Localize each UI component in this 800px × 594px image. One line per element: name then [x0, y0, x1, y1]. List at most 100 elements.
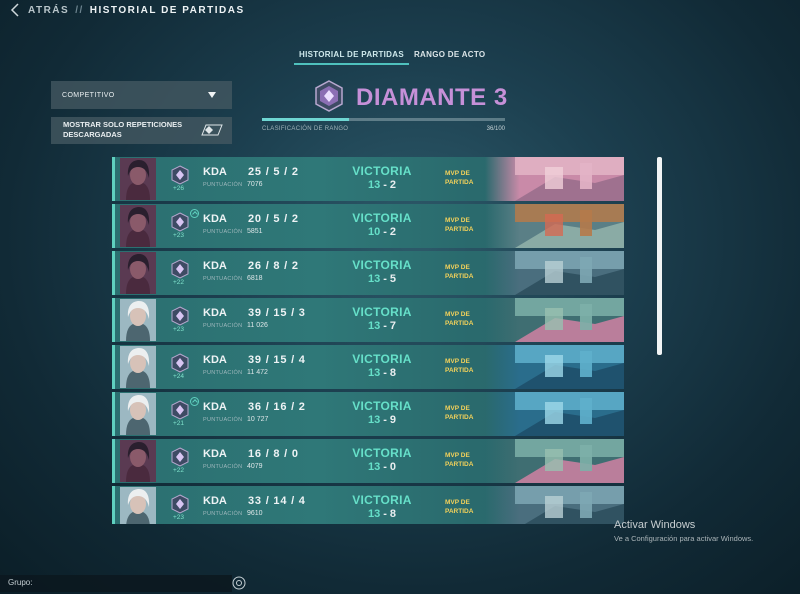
round-dash: - — [383, 226, 387, 238]
kda-label: KDA — [203, 307, 227, 319]
tab-act-rank[interactable]: RANGO DE ACTO — [409, 48, 490, 65]
rounds-won: 13 — [367, 461, 381, 473]
white-haired-agent-portrait — [120, 487, 156, 524]
kda-label: KDA — [203, 448, 227, 460]
match-row[interactable]: +23 KDA 39 / 15 / 3 PUNTUACIÓN 11 026 VICTORI… — [112, 298, 624, 342]
rounds-won: 10 — [367, 226, 381, 238]
mvp-line1: MVP DE — [445, 311, 470, 318]
round-dash: - — [383, 461, 387, 473]
score-label: PUNTUACIÓN — [203, 229, 243, 235]
score-value: 11 472 — [247, 369, 268, 376]
waterway-map — [485, 486, 624, 524]
toggle-diamond-icon[interactable] — [200, 124, 224, 136]
rounds-won: 13 — [367, 508, 381, 520]
match-row[interactable]: +21 KDA 36 / 16 / 2 PUNTUACIÓN 10 727 VICTORI… — [112, 392, 624, 436]
score-value: 6818 — [247, 275, 263, 282]
windows-activation-watermark: Activar Windows Ve a Configuración para … — [614, 519, 753, 543]
rounds-lost: 2 — [389, 226, 397, 238]
tab-match-history[interactable]: HISTORIAL DE PARTIDAS — [294, 48, 409, 65]
ocean-map — [485, 392, 624, 436]
jungle-temple-map — [485, 298, 624, 342]
diamond-rank-icon — [171, 259, 189, 279]
rr-change: +23 — [173, 326, 185, 333]
match-row[interactable]: +24 KDA 39 / 15 / 4 PUNTUACIÓN 11 472 VICTORI… — [112, 345, 624, 389]
match-result: VICTORIA — [352, 211, 412, 225]
white-haired-agent-portrait — [120, 393, 156, 435]
dark-haired-agent-portrait — [120, 252, 156, 294]
rounds-won: 13 — [367, 320, 381, 332]
back-button[interactable]: ATRÁS — [28, 5, 69, 16]
rounds-lost: 5 — [389, 273, 397, 285]
diamond-rank-icon — [171, 353, 189, 373]
mvp-line1: MVP DE — [445, 217, 470, 224]
kda-label: KDA — [203, 166, 227, 178]
rank-up-icon — [190, 397, 199, 406]
score-label: PUNTUACIÓN — [203, 511, 243, 517]
diamond-rank-icon — [171, 400, 189, 420]
rank-progress-fill — [262, 118, 350, 121]
kda-label: KDA — [203, 401, 227, 413]
round-score: 13-9 — [350, 414, 414, 426]
jungle-temple-map — [485, 439, 624, 483]
mvp-line1: MVP DE — [445, 264, 470, 271]
mvp-line2: PARTIDA — [445, 226, 474, 233]
match-result: VICTORIA — [352, 258, 412, 272]
kda-value: 20 / 5 / 2 — [248, 213, 299, 225]
kda-label: KDA — [203, 354, 227, 366]
white-haired-agent-portrait — [120, 346, 156, 388]
diamond-rank-icon — [171, 212, 189, 232]
round-dash: - — [383, 508, 387, 520]
back-chevron-icon[interactable] — [10, 3, 20, 17]
rank-up-icon — [190, 209, 199, 218]
mvp-line2: PARTIDA — [445, 414, 474, 421]
rounds-lost: 0 — [389, 461, 397, 473]
queue-dropdown[interactable]: COMPETITIVO — [51, 81, 232, 109]
round-score: 13-8 — [350, 367, 414, 379]
kda-label: KDA — [203, 213, 227, 225]
score-label: PUNTUACIÓN — [203, 182, 243, 188]
queue-dropdown-value: COMPETITIVO — [62, 91, 115, 99]
white-haired-agent-portrait — [120, 299, 156, 341]
score-value: 9610 — [247, 510, 263, 517]
rounds-lost: 8 — [389, 508, 397, 520]
kda-value: 36 / 16 / 2 — [248, 401, 306, 413]
group-settings-icon[interactable] — [232, 576, 246, 590]
match-row[interactable]: +23 KDA 20 / 5 / 2 PUNTUACIÓN 5851 VICTORIA 10… — [112, 204, 624, 248]
rr-change: +22 — [173, 279, 185, 286]
rounds-lost: 2 — [389, 179, 397, 191]
rr-change: +21 — [173, 420, 185, 427]
group-input[interactable]: Grupo: — [0, 575, 232, 592]
match-row[interactable]: +22 KDA 16 / 8 / 0 PUNTUACIÓN 4079 VICTORIA 13… — [112, 439, 624, 483]
score-value: 11 026 — [247, 322, 268, 329]
mvp-line2: PARTIDA — [445, 179, 474, 186]
rr-change: +24 — [173, 373, 185, 380]
match-result: VICTORIA — [352, 446, 412, 460]
rooftop-map — [485, 204, 624, 248]
dark-haired-agent-portrait — [120, 440, 156, 482]
diamond-rank-icon — [171, 494, 189, 514]
activation-title: Activar Windows — [614, 519, 696, 531]
match-row[interactable]: +23 KDA 33 / 14 / 4 PUNTUACIÓN 9610 VICTORIA 1… — [112, 486, 624, 524]
diamond-rank-icon — [171, 306, 189, 326]
kda-value: 16 / 8 / 0 — [248, 448, 299, 460]
diamond-rank-icon — [171, 447, 189, 467]
round-dash: - — [383, 273, 387, 285]
rounds-won: 13 — [367, 414, 381, 426]
mvp-line2: PARTIDA — [445, 273, 474, 280]
kda-value: 26 / 8 / 2 — [248, 260, 299, 272]
round-dash: - — [383, 414, 387, 426]
rounds-won: 13 — [367, 179, 381, 191]
match-row[interactable]: +22 KDA 26 / 8 / 2 PUNTUACIÓN 6818 VICTORIA 13… — [112, 251, 624, 295]
match-result: VICTORIA — [352, 305, 412, 319]
round-score: 13-0 — [350, 461, 414, 473]
match-row[interactable]: +26 KDA 25 / 5 / 2 PUNTUACIÓN 7076 VICTORIA 13… — [112, 157, 624, 201]
kda-value: 33 / 14 / 4 — [248, 495, 306, 507]
match-result: VICTORIA — [352, 164, 412, 178]
diamond-rank-icon — [171, 165, 189, 185]
match-list-scrollbar[interactable] — [657, 157, 662, 355]
downloaded-replays-toggle[interactable]: MOSTRAR SOLO REPETICIONES DESCARGADAS — [51, 117, 232, 144]
kda-value: 39 / 15 / 4 — [248, 354, 306, 366]
rounds-lost: 8 — [389, 367, 397, 379]
round-score: 13-8 — [350, 508, 414, 520]
round-dash: - — [383, 179, 387, 191]
